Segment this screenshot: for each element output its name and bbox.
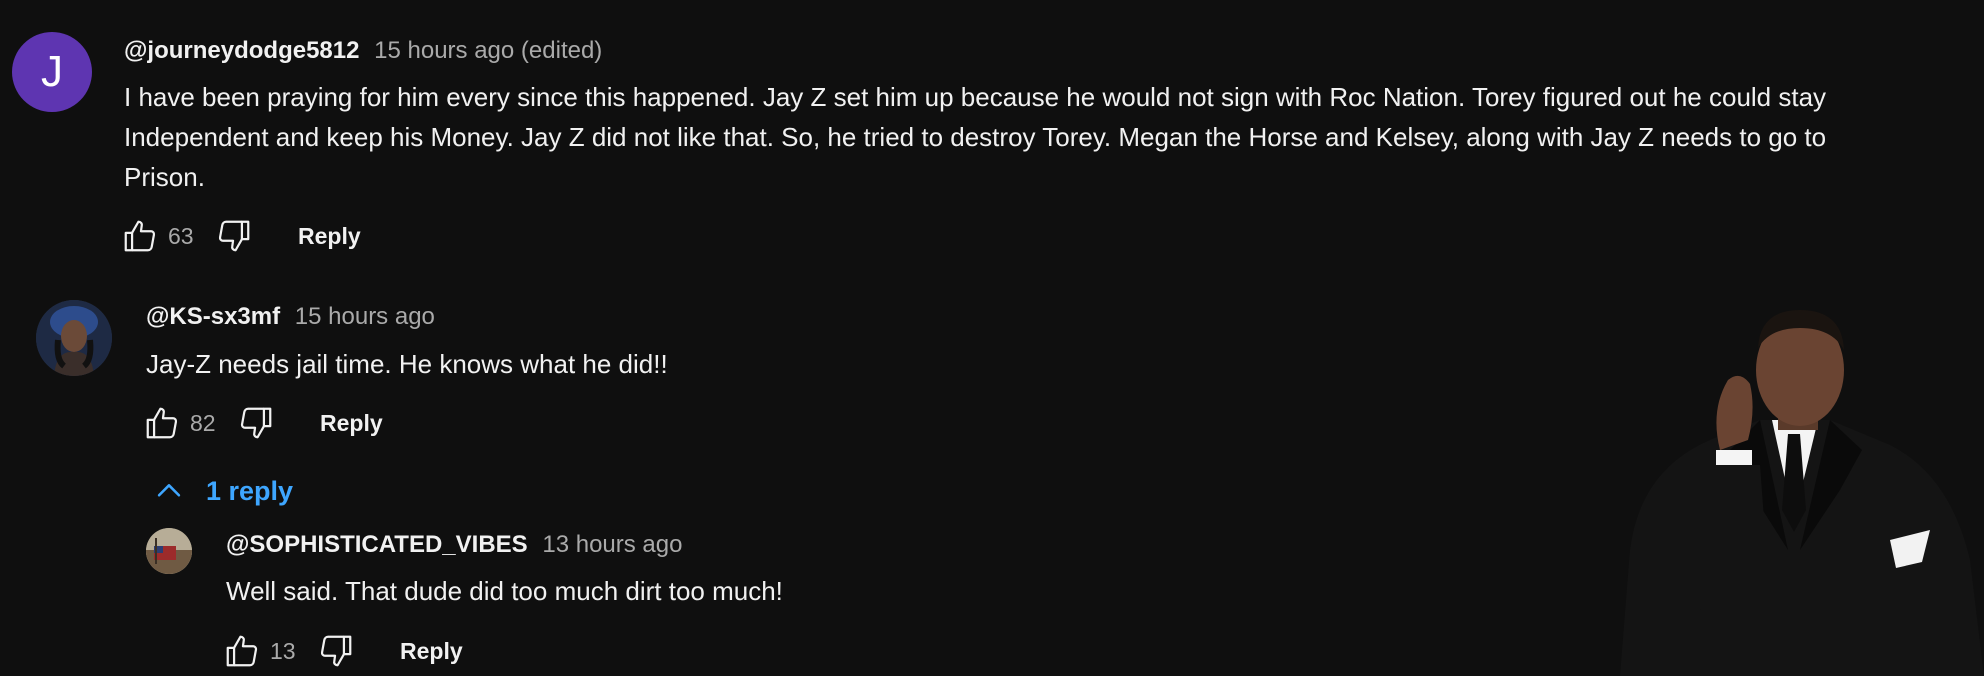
- comment-actions: 82 Reply: [140, 401, 383, 445]
- comment-text-line: I have been praying for him every since …: [124, 82, 1827, 112]
- person-photo-overlay: [1620, 310, 1984, 676]
- profile-photo: [36, 300, 112, 376]
- like-button[interactable]: [140, 401, 184, 445]
- like-button[interactable]: [220, 629, 264, 673]
- like-count: 63: [168, 222, 194, 249]
- thumbs-down-icon: [218, 220, 250, 252]
- like-count: 82: [190, 409, 216, 436]
- reply-button[interactable]: Reply: [320, 410, 383, 437]
- reply-button[interactable]: Reply: [298, 223, 361, 250]
- like-button[interactable]: [118, 214, 162, 258]
- thumbs-down-icon: [240, 407, 272, 439]
- thumbs-up-icon: [226, 635, 258, 667]
- dislike-button[interactable]: [314, 629, 358, 673]
- comment-timestamp[interactable]: 15 hours ago: [295, 303, 435, 330]
- profile-photo: [146, 528, 192, 574]
- reply-text: Well said. That dude did too much dirt t…: [226, 576, 783, 606]
- chevron-up-icon: [157, 484, 181, 497]
- reply-button[interactable]: Reply: [400, 638, 463, 665]
- like-count: 13: [270, 637, 296, 664]
- avatar[interactable]: J: [12, 32, 92, 112]
- reply-header: @SOPHISTICATED_VIBES 13 hours ago: [226, 530, 682, 560]
- avatar[interactable]: [36, 300, 112, 376]
- thumbs-down-icon: [320, 635, 352, 667]
- comment-header: @journeydodge5812 15 hours ago (edited): [124, 36, 602, 66]
- comment-text: Jay-Z needs jail time. He knows what he …: [146, 349, 668, 379]
- thumbs-up-icon: [146, 407, 178, 439]
- avatar-letter: J: [41, 47, 63, 96]
- comment-text-line: Independent and keep his Money. Jay Z di…: [124, 122, 1827, 152]
- comment-text-line: Prison.: [124, 162, 205, 192]
- reply-author[interactable]: @SOPHISTICATED_VIBES: [226, 531, 528, 558]
- comment-header: @KS-sx3mf 15 hours ago: [146, 302, 435, 332]
- reply-actions: 13 Reply: [220, 629, 463, 673]
- comment-author[interactable]: @KS-sx3mf: [146, 303, 280, 330]
- comment-timestamp[interactable]: 15 hours ago (edited): [374, 37, 602, 64]
- thumbs-up-icon: [124, 220, 156, 252]
- replies-toggle-button[interactable]: 1 reply: [152, 474, 293, 508]
- comment-actions: 63 Reply: [118, 214, 361, 258]
- reply-timestamp[interactable]: 13 hours ago: [542, 531, 682, 558]
- dislike-button[interactable]: [212, 214, 256, 258]
- dislike-button[interactable]: [234, 401, 278, 445]
- replies-count: 1 reply: [206, 475, 294, 506]
- avatar[interactable]: [146, 528, 192, 574]
- comment-author[interactable]: @journeydodge5812: [124, 37, 359, 64]
